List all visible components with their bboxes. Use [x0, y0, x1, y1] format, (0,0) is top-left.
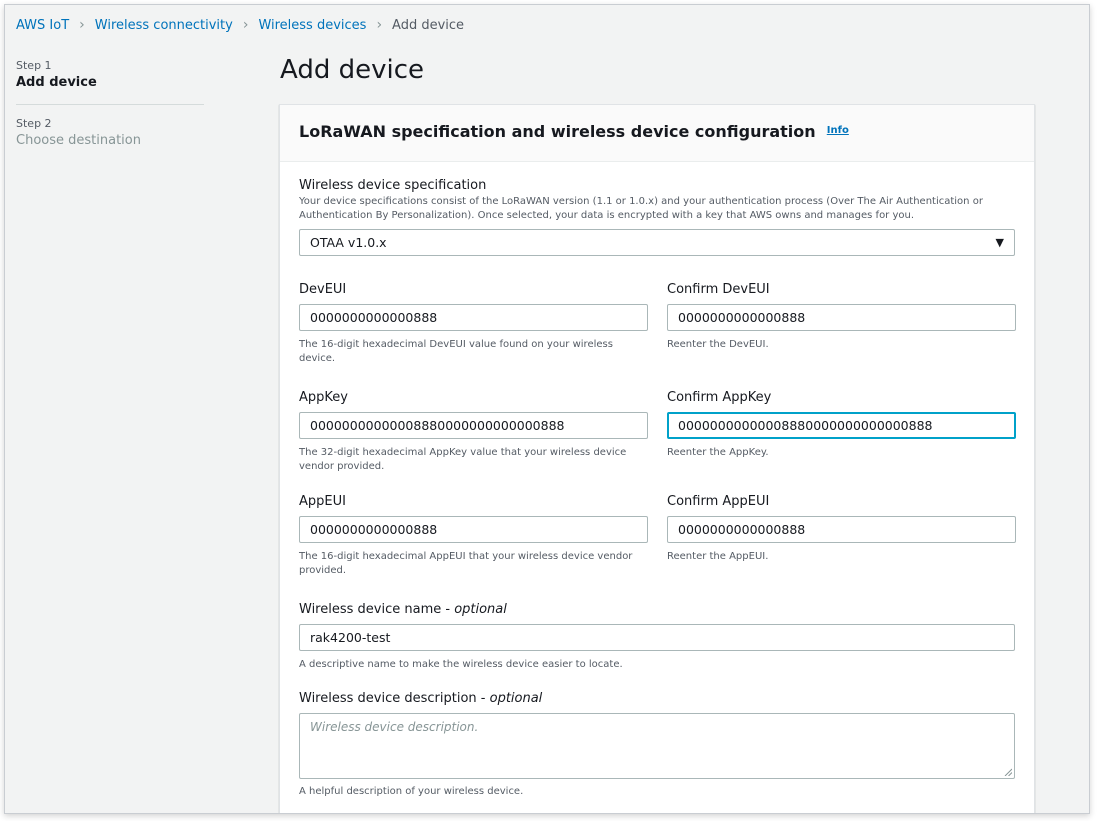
spec-label: Wireless device specification — [299, 178, 487, 193]
description-label-text: Wireless device description - — [299, 691, 490, 706]
page-title: Add device — [280, 55, 425, 85]
confirm-deveui-input[interactable]: 0000000000000888 — [667, 304, 1016, 331]
deveui-description: The 16-digit hexadecimal DevEUI value fo… — [299, 339, 613, 364]
appkey-description: The 32-digit hexadecimal AppKey value th… — [299, 447, 627, 472]
confirm-deveui-description: Reenter the DevEUI. — [667, 339, 769, 350]
spec-description: Your device specifications consist of th… — [299, 196, 983, 221]
resize-grip-icon[interactable] — [1004, 768, 1012, 776]
device-name-input[interactable]: rak4200-test — [299, 624, 1015, 651]
breadcrumb-wireless-connectivity[interactable]: Wireless connectivity — [95, 18, 233, 33]
breadcrumb-wireless-devices[interactable]: Wireless devices — [258, 18, 366, 33]
description-optional-tag: optional — [489, 691, 543, 706]
appkey-input[interactable]: 00000000000008880000000000000888 — [299, 412, 648, 439]
confirm-appeui-description: Reenter the AppEUI. — [667, 551, 769, 562]
confirm-appkey-description: Reenter the AppKey. — [667, 447, 769, 458]
panel-header: LoRaWAN specification and wireless devic… — [280, 105, 1034, 162]
description-placeholder: Wireless device description. — [310, 720, 479, 734]
step-divider — [16, 104, 204, 105]
deveui-input[interactable]: 0000000000000888 — [299, 304, 648, 331]
wizard-steps: Step 1 Add device Step 2 Choose destinat… — [16, 59, 204, 162]
description-help: A helpful description of your wireless d… — [299, 786, 524, 797]
confirm-appeui-input[interactable]: 0000000000000888 — [667, 516, 1016, 543]
step-1[interactable]: Step 1 Add device — [16, 59, 204, 104]
config-panel: LoRaWAN specification and wireless devic… — [279, 104, 1035, 813]
caret-down-icon: ▼ — [995, 236, 1004, 249]
appeui-label: AppEUI — [299, 494, 346, 509]
step-2: Step 2 Choose destination — [16, 117, 204, 162]
appeui-description: The 16-digit hexadecimal AppEUI that you… — [299, 551, 633, 576]
confirm-appeui-label: Confirm AppEUI — [667, 494, 770, 509]
breadcrumb-current: Add device — [392, 17, 465, 33]
name-description: A descriptive name to make the wireless … — [299, 659, 623, 670]
app-window: AWS IoT › Wireless connectivity › Wirele… — [4, 4, 1090, 814]
deveui-label: DevEUI — [299, 282, 347, 297]
appkey-label: AppKey — [299, 390, 348, 405]
spec-select-value: OTAA v1.0.x — [310, 235, 387, 250]
description-label: Wireless device description - optional — [299, 691, 542, 706]
chevron-right-icon: › — [242, 17, 249, 33]
name-optional-tag: optional — [454, 602, 507, 617]
step-title: Choose destination — [16, 133, 141, 148]
breadcrumb: AWS IoT › Wireless connectivity › Wirele… — [16, 15, 464, 35]
step-number: Step 2 — [16, 117, 52, 130]
name-label: Wireless device name - optional — [299, 602, 507, 617]
name-label-text: Wireless device name - — [299, 602, 455, 617]
device-description-textarea[interactable]: Wireless device description. — [299, 713, 1015, 779]
panel-title: LoRaWAN specification and wireless devic… — [299, 122, 816, 141]
spec-select[interactable]: OTAA v1.0.x ▼ — [299, 229, 1015, 256]
info-link[interactable]: Info — [827, 125, 849, 136]
confirm-appkey-label: Confirm AppKey — [667, 390, 772, 405]
appeui-input[interactable]: 0000000000000888 — [299, 516, 648, 543]
confirm-deveui-label: Confirm DevEUI — [667, 282, 770, 297]
confirm-appkey-input[interactable]: 00000000000008880000000000000888 — [667, 412, 1016, 439]
step-number: Step 1 — [16, 59, 52, 72]
chevron-right-icon: › — [79, 17, 85, 33]
breadcrumb-aws-iot[interactable]: AWS IoT — [16, 18, 69, 33]
step-title: Add device — [16, 75, 97, 90]
chevron-right-icon: › — [376, 17, 383, 33]
